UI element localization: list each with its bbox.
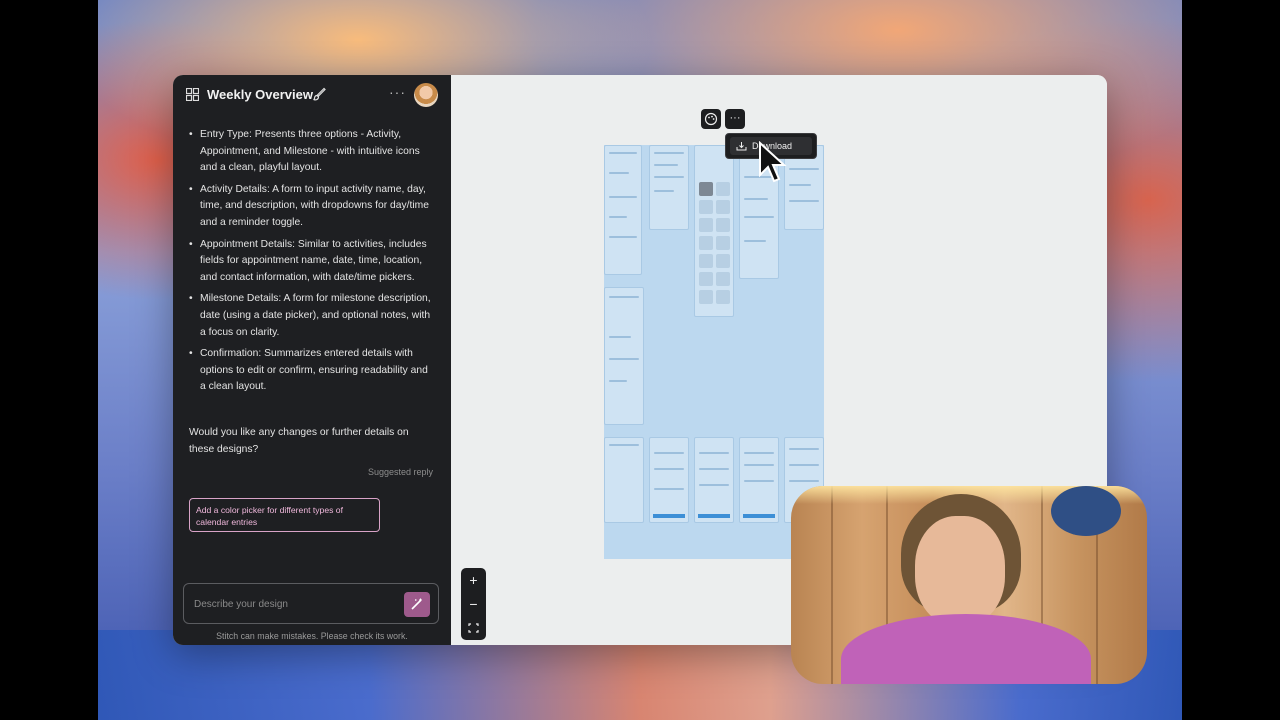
list-item: Appointment Details: Similar to activiti… bbox=[189, 237, 433, 287]
edit-brush-icon[interactable] bbox=[312, 87, 326, 101]
screen-thumbnail[interactable] bbox=[604, 287, 644, 425]
disclaimer-text: Stitch can make mistakes. Please check i… bbox=[216, 631, 408, 641]
chat-header: Weekly Overview ··· bbox=[173, 75, 451, 115]
followup-question: Would you like any changes or further de… bbox=[189, 427, 409, 455]
presenter-face bbox=[915, 516, 1005, 626]
presenter-body bbox=[841, 614, 1091, 684]
response-bullet-list: Entry Type: Presents three options - Act… bbox=[189, 127, 433, 401]
screen-thumbnail[interactable] bbox=[694, 437, 734, 523]
grid-icon[interactable] bbox=[186, 88, 199, 101]
project-title: Weekly Overview bbox=[207, 87, 313, 102]
list-item: Milestone Details: A form for milestone … bbox=[189, 291, 433, 341]
suggested-reply-chip[interactable]: Add a color picker for different types o… bbox=[189, 498, 380, 532]
list-item: Entry Type: Presents three options - Act… bbox=[189, 127, 433, 177]
prompt-input[interactable] bbox=[192, 595, 392, 613]
palette-icon bbox=[704, 112, 718, 126]
zoom-out-button[interactable]: − bbox=[461, 592, 486, 616]
screen-thumbnail[interactable] bbox=[649, 437, 689, 523]
hanging-cap bbox=[1051, 486, 1121, 536]
screen-thumbnail[interactable] bbox=[604, 437, 644, 523]
zoom-controls: + − bbox=[461, 568, 486, 640]
webcam-overlay bbox=[791, 486, 1147, 684]
more-actions-button[interactable]: ··· bbox=[725, 109, 745, 129]
screen-thumbnail[interactable] bbox=[694, 145, 734, 317]
fit-screen-button[interactable] bbox=[461, 616, 486, 640]
list-item: Activity Details: A form to input activi… bbox=[189, 182, 433, 232]
generate-button[interactable] bbox=[404, 592, 430, 617]
suggested-reply-label: Suggested reply bbox=[367, 467, 433, 477]
mouse-pointer-icon bbox=[759, 141, 787, 183]
fullscreen-icon bbox=[468, 623, 479, 633]
screen-thumbnail[interactable] bbox=[649, 145, 689, 230]
screen-thumbnail[interactable] bbox=[739, 437, 779, 523]
more-options-icon[interactable]: ··· bbox=[389, 84, 406, 100]
avatar[interactable] bbox=[414, 83, 438, 107]
zoom-in-button[interactable]: + bbox=[461, 568, 486, 592]
chat-panel: Weekly Overview ··· Entry Type: Presents… bbox=[173, 75, 451, 645]
ellipsis-icon: ··· bbox=[729, 112, 741, 124]
palette-button[interactable] bbox=[701, 109, 721, 129]
list-item: Confirmation: Summarizes entered details… bbox=[189, 346, 433, 396]
magic-wand-icon bbox=[411, 598, 422, 610]
prompt-input-box bbox=[183, 583, 439, 624]
download-icon bbox=[736, 142, 747, 151]
screen-thumbnail[interactable] bbox=[604, 145, 642, 275]
